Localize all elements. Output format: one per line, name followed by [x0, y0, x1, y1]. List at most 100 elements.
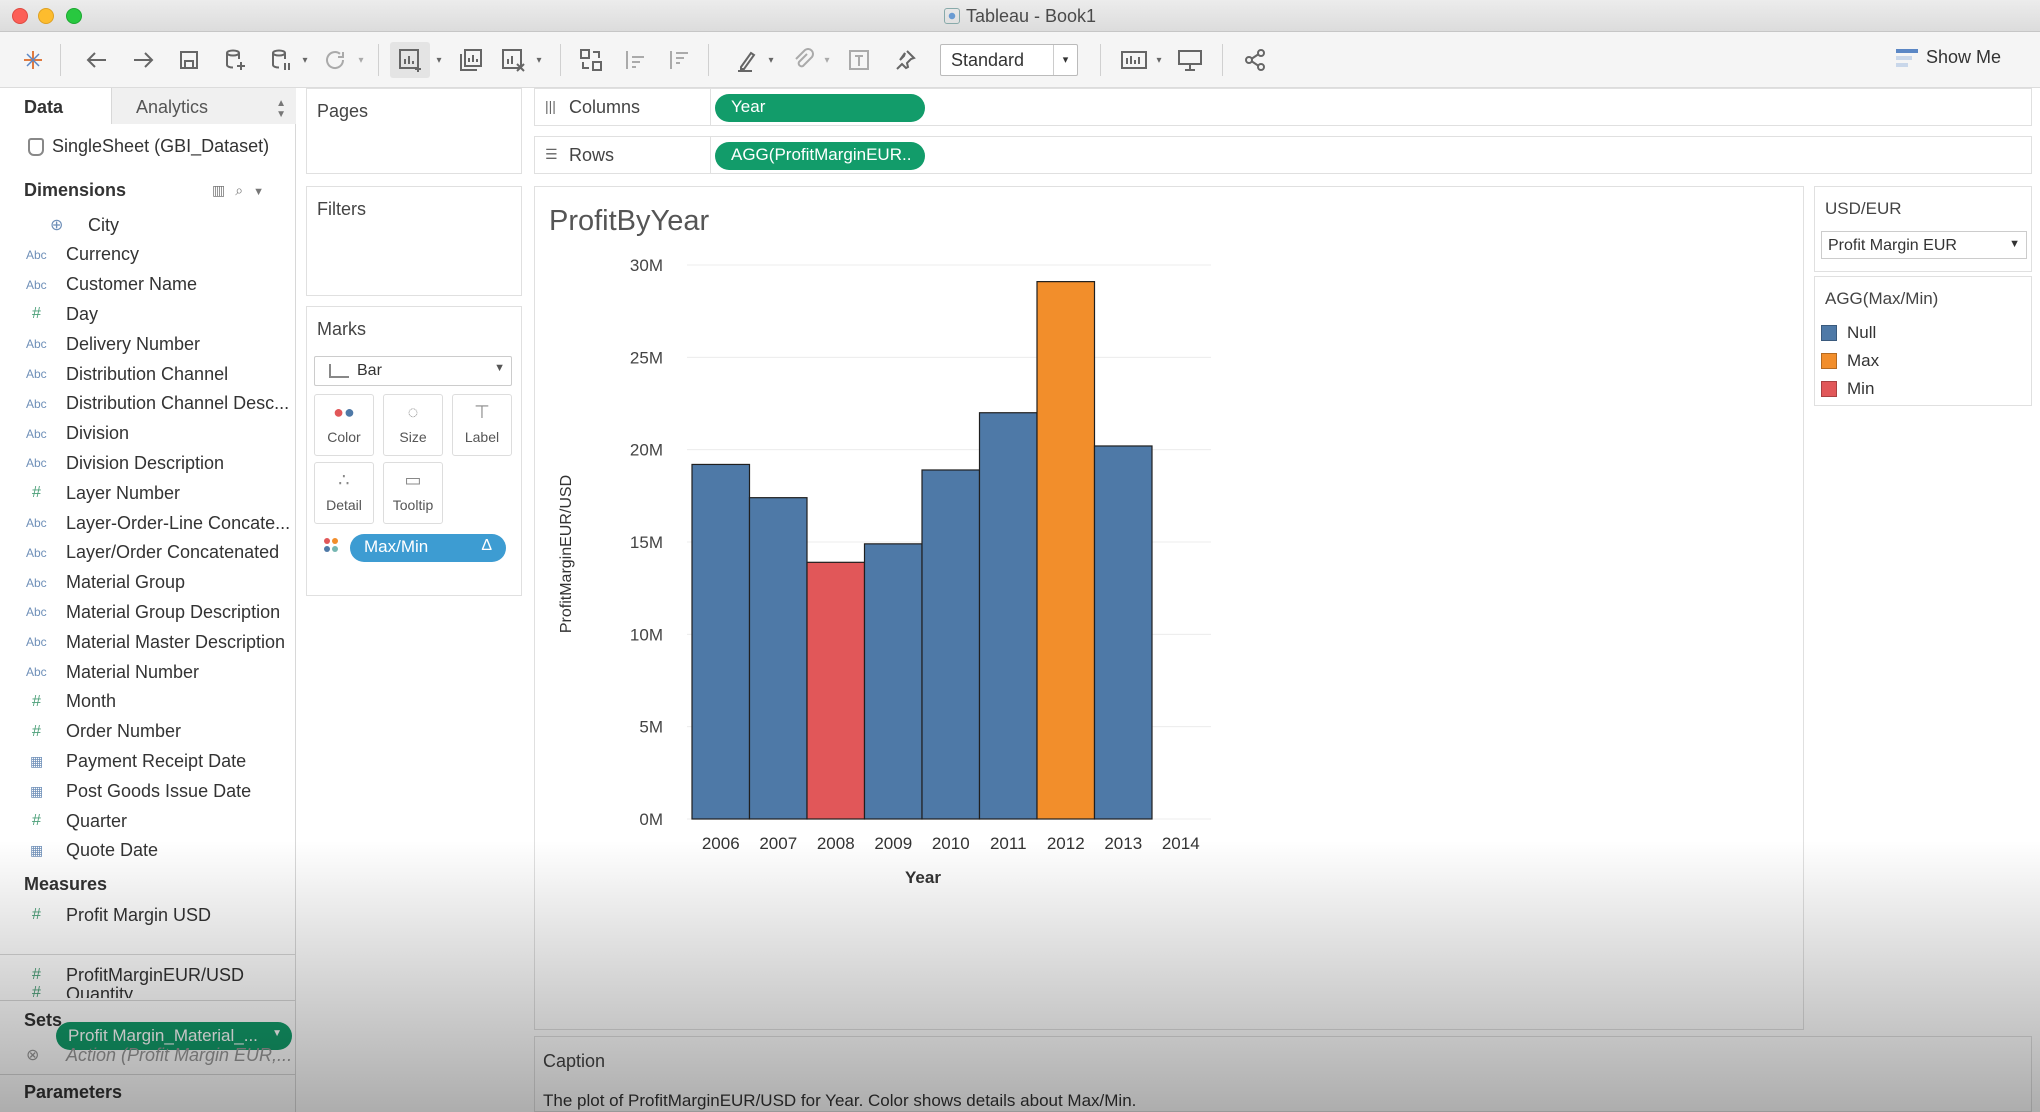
group-dropdown-icon[interactable]: ▾: [820, 42, 834, 78]
dimension-field[interactable]: Abc Layer/Order Concatenated: [26, 538, 279, 568]
legend-item[interactable]: Min: [1821, 377, 1874, 401]
size-button[interactable]: ◌ Size: [383, 394, 443, 456]
dimension-field[interactable]: ▦ Post Goods Issue Date: [26, 776, 251, 806]
dimension-field[interactable]: Abc Currency: [26, 240, 139, 270]
undo-icon[interactable]: [80, 42, 114, 78]
dimension-field[interactable]: ▦ Payment Receipt Date: [26, 746, 246, 776]
mark-type-select[interactable]: Bar ▼: [314, 356, 512, 386]
search-icon[interactable]: ⌕: [235, 182, 253, 198]
refresh-dropdown-icon[interactable]: ▾: [354, 42, 368, 78]
share-icon[interactable]: [1238, 42, 1272, 78]
dimension-field[interactable]: ⊕ City: [26, 210, 119, 240]
y-axis-title: ProfitMarginEUR/USD: [558, 475, 575, 633]
tooltip-button[interactable]: ▭ Tooltip: [383, 462, 443, 524]
show-labels-icon[interactable]: [842, 42, 876, 78]
caption-text: The plot of ProfitMarginEUR/USD for Year…: [543, 1091, 1137, 1110]
legend-title: AGG(Max/Min): [1825, 289, 1939, 308]
set-field[interactable]: ⊗ Action (Profit Margin EUR,...: [26, 1040, 292, 1070]
show-cards-icon[interactable]: [1116, 42, 1152, 78]
dimension-field[interactable]: Abc Delivery Number: [26, 329, 200, 359]
highlight-dropdown-icon[interactable]: ▾: [764, 42, 778, 78]
new-worksheet-dropdown-icon[interactable]: ▾: [432, 42, 446, 78]
group-members-icon[interactable]: [786, 42, 820, 78]
new-worksheet-icon[interactable]: [390, 42, 430, 78]
sort-ascending-icon[interactable]: [618, 42, 652, 78]
swap-rows-columns-icon[interactable]: [574, 42, 608, 78]
menu-dropdown-icon[interactable]: ▼: [253, 186, 274, 198]
view-toggle-icon[interactable]: ▥: [212, 182, 235, 198]
clear-dropdown-icon[interactable]: ▾: [532, 42, 546, 78]
dimension-field[interactable]: # Quarter: [26, 806, 127, 836]
dimension-field[interactable]: Abc Layer-Order-Line Concate...: [26, 508, 290, 538]
max-min-pill[interactable]: Max/Min Δ: [350, 534, 506, 562]
legend-swatch: [1821, 353, 1837, 369]
pages-card[interactable]: Pages: [306, 88, 522, 174]
filters-card[interactable]: Filters: [306, 186, 522, 296]
show-cards-dropdown-icon[interactable]: ▾: [1152, 42, 1166, 78]
redo-icon[interactable]: [126, 42, 160, 78]
parameter-select[interactable]: Profit Margin EUR ▼: [1821, 231, 2027, 259]
datasource-dropdown-icon[interactable]: ▾: [298, 42, 312, 78]
measure-field[interactable]: # Profit Margin USD: [26, 900, 211, 930]
sort-descending-icon[interactable]: [662, 42, 696, 78]
viz-area[interactable]: ProfitByYear 0M 5M 10M 15M 20M 25M 30M 2006 2007…: [534, 186, 1804, 1030]
dimension-field[interactable]: # Month: [26, 687, 116, 717]
pages-title: Pages: [317, 101, 369, 121]
chevron-down-icon: ▼: [494, 362, 505, 374]
fit-select[interactable]: Standard ▾: [940, 44, 1078, 76]
bar-2009: [863, 543, 923, 820]
dimension-field[interactable]: Abc Division: [26, 419, 129, 449]
show-me-icon: [1896, 48, 1918, 67]
dimension-field[interactable]: Abc Distribution Channel Desc...: [26, 389, 289, 419]
color-dots-icon: ●●: [333, 402, 355, 422]
tab-data[interactable]: Data: [0, 88, 112, 124]
dimension-field[interactable]: # Order Number: [26, 717, 181, 747]
dimension-field[interactable]: # Layer Number: [26, 478, 180, 508]
datasource-item[interactable]: SingleSheet (GBI_Dataset): [28, 136, 269, 157]
x-tick-label: 2010: [932, 834, 970, 853]
divider: [0, 954, 296, 955]
bar-chart[interactable]: 0M 5M 10M 15M 20M 25M 30M 2006 2007 2008 2009 2010 2…: [535, 187, 1803, 1029]
refresh-icon[interactable]: [318, 42, 352, 78]
fix-axes-pin-icon[interactable]: [888, 42, 922, 78]
year-pill[interactable]: Year: [715, 94, 925, 122]
string-type-icon: Abc: [26, 426, 47, 441]
columns-shelf[interactable]: ||| Columns Year: [534, 88, 2032, 126]
color-button[interactable]: ●● Color: [314, 394, 374, 456]
duplicate-sheet-icon[interactable]: [454, 42, 488, 78]
dimension-field[interactable]: Abc Customer Name: [26, 270, 197, 300]
dimension-field[interactable]: Abc Material Number: [26, 657, 199, 687]
y-tick-label: 5M: [639, 718, 663, 737]
tab-analytics[interactable]: Analytics ▲ ▼: [112, 88, 296, 124]
presentation-mode-icon[interactable]: [1172, 42, 1208, 78]
rows-measure-pill[interactable]: AGG(ProfitMarginEUR..: [715, 142, 925, 170]
legend-item[interactable]: Null: [1821, 321, 1876, 345]
x-tick-label: 2012: [1047, 834, 1085, 853]
y-tick-label: 20M: [630, 441, 663, 460]
save-icon[interactable]: [172, 42, 206, 78]
measure-field[interactable]: # Quantity: [26, 984, 133, 998]
bar-2007: [748, 497, 808, 820]
highlight-icon[interactable]: [730, 42, 764, 78]
rows-shelf[interactable]: ☰ Rows AGG(ProfitMarginEUR..: [534, 136, 2032, 174]
dimension-field[interactable]: Abc Material Group Description: [26, 597, 280, 627]
pause-updates-icon[interactable]: [264, 42, 298, 78]
new-datasource-icon[interactable]: [218, 42, 252, 78]
chevron-down-icon: ▼: [272, 1028, 282, 1039]
dimension-field[interactable]: Abc Division Description: [26, 448, 224, 478]
dimension-field[interactable]: ▦ Quote Date: [26, 836, 158, 866]
dimension-field[interactable]: Abc Material Master Description: [26, 627, 285, 657]
clear-sheet-icon[interactable]: [496, 42, 530, 78]
number-icon: #: [32, 984, 41, 998]
show-me-button[interactable]: Show Me: [1896, 47, 2001, 68]
string-type-icon: Abc: [26, 575, 47, 590]
bar-2010: [921, 469, 981, 820]
tableau-logo-icon[interactable]: [18, 42, 48, 78]
dimension-field[interactable]: # Day: [26, 299, 98, 329]
detail-button[interactable]: ∴ Detail: [314, 462, 374, 524]
legend-item[interactable]: Max: [1821, 349, 1879, 373]
label-button[interactable]: ⊤ Label: [452, 394, 512, 456]
measures-header: Measures: [24, 874, 108, 894]
dimension-field[interactable]: Abc Distribution Channel: [26, 359, 228, 389]
dimension-field[interactable]: Abc Material Group: [26, 568, 185, 598]
